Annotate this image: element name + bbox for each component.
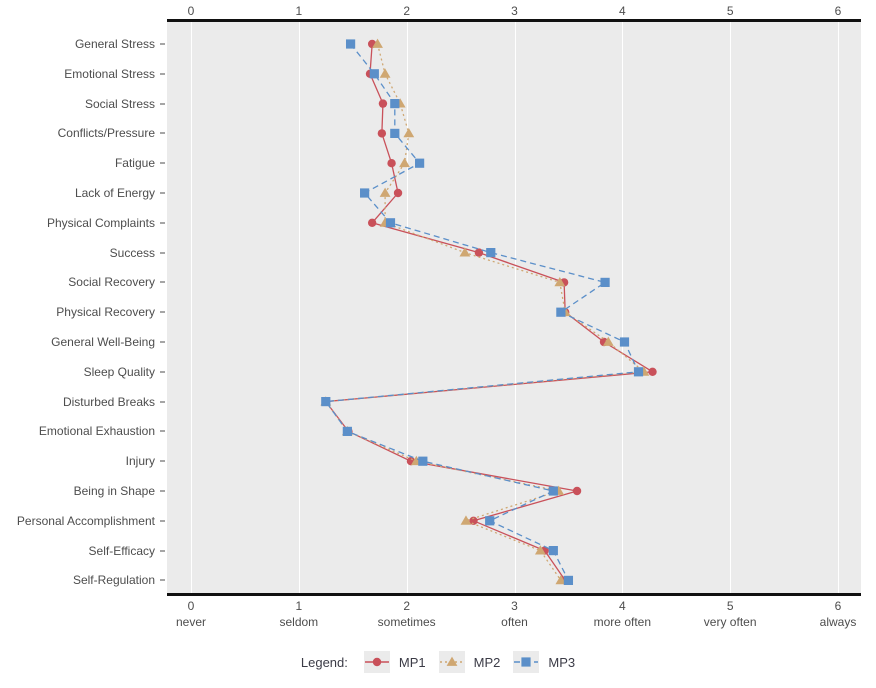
x-tick-word-sometimes: sometimes	[377, 615, 436, 629]
x-tick-top-6: 6	[834, 4, 842, 18]
y-axis-label: Disturbed Breaks	[62, 394, 155, 409]
y-axis-label: Emotional Exhaustion	[38, 424, 155, 439]
y-tick-mark	[160, 430, 165, 432]
y-axis-label: Physical Recovery	[56, 305, 155, 320]
x-tick-top-0: 0	[187, 4, 195, 18]
y-tick-mark	[160, 401, 165, 403]
y-tick-mark	[160, 490, 165, 492]
x-tick-bottom-0: 0	[187, 599, 195, 613]
gridline-3	[514, 22, 516, 593]
y-tick-mark	[160, 162, 165, 164]
y-axis-label: Being in Shape	[73, 484, 155, 498]
x-tick-word-more-often: more often	[593, 615, 652, 629]
legend-label: MP1	[398, 654, 426, 670]
gridline-5	[730, 22, 732, 593]
y-axis-label: Success	[109, 245, 155, 260]
y-axis-label: General Well-Being	[51, 335, 155, 349]
y-tick-mark	[160, 103, 165, 105]
y-tick-mark	[160, 311, 165, 313]
y-tick-mark	[160, 192, 165, 194]
legend-title: Legend:	[300, 654, 348, 670]
y-tick-mark	[160, 460, 165, 462]
panel-bottom-axis-rule	[167, 593, 861, 596]
x-tick-bottom-6: 6	[834, 599, 842, 613]
x-tick-bottom-4: 4	[618, 599, 626, 613]
y-axis-label: Social Stress	[84, 96, 155, 111]
y-tick-mark	[160, 341, 165, 343]
gridline-6	[838, 22, 839, 593]
y-tick-mark	[160, 252, 165, 254]
x-tick-top-2: 2	[403, 4, 410, 18]
y-axis-label: Fatigue	[114, 156, 155, 171]
y-axis-label: Self-Regulation	[72, 573, 155, 588]
plot-panel	[167, 22, 861, 593]
legend-entry-MP2[interactable]: MP2	[438, 651, 501, 673]
y-tick-mark	[160, 73, 165, 75]
gridline-1	[298, 22, 300, 593]
legend: Legend: MP1 MP2 MP3	[0, 645, 876, 679]
y-tick-mark	[160, 132, 165, 134]
x-tick-top-3: 3	[511, 4, 518, 18]
y-axis-label: Social Recovery	[68, 275, 155, 290]
legend-entry-MP1[interactable]: MP1	[363, 651, 426, 673]
y-axis-label: Emotional Stress	[64, 66, 155, 81]
legend-key-square-icon	[513, 651, 540, 673]
y-axis-label: Personal Accomplishment	[16, 513, 155, 528]
legend-key-triangle-icon	[438, 651, 465, 673]
y-tick-mark	[160, 43, 165, 45]
x-tick-word-seldom: seldom	[279, 615, 319, 629]
x-tick-word-never: never	[175, 615, 207, 629]
y-tick-mark	[160, 281, 165, 283]
legend-label: MP2	[473, 654, 501, 670]
x-tick-word-very-often: very often	[703, 615, 757, 629]
legend-entry-MP3[interactable]: MP3	[513, 651, 575, 673]
y-axis-label: Injury	[125, 454, 155, 469]
x-tick-bottom-1: 1	[295, 599, 303, 613]
y-axis-labels: General Stress Emotional Stress Social Str…	[0, 0, 155, 600]
x-tick-bottom-5: 5	[726, 599, 734, 613]
x-tick-top-4: 4	[618, 4, 626, 18]
legend-label: MP3	[548, 654, 576, 670]
x-tick-bottom-3: 3	[511, 599, 518, 613]
y-tick-mark	[160, 579, 165, 581]
legend-key-circle-icon	[363, 651, 390, 673]
y-axis-label: Physical Complaints	[46, 215, 155, 230]
gridline-4	[622, 22, 624, 593]
x-tick-word-often: often	[501, 615, 528, 629]
y-axis-label: Self-Efficacy	[88, 543, 155, 558]
y-tick-mark	[160, 520, 165, 522]
y-axis-label: Lack of Energy	[74, 186, 155, 200]
y-axis-label: Conflicts/Pressure	[57, 126, 155, 141]
x-tick-word-always: always	[819, 615, 857, 629]
y-axis-label: Sleep Quality	[83, 364, 155, 379]
gridline-2	[406, 22, 408, 593]
x-tick-top-5: 5	[726, 4, 734, 18]
y-tick-mark	[160, 222, 165, 224]
x-tick-bottom-2: 2	[403, 599, 410, 613]
y-tick-mark	[160, 550, 165, 552]
y-tick-mark	[160, 371, 165, 373]
x-tick-top-1: 1	[295, 4, 303, 18]
y-axis-label: General Stress	[74, 37, 155, 51]
chart-container: 0 1 2 3 4 5 6 0 never 1 seldom 2 sometimes 3 often 4 mo…	[0, 0, 876, 688]
gridline-0	[191, 22, 192, 593]
